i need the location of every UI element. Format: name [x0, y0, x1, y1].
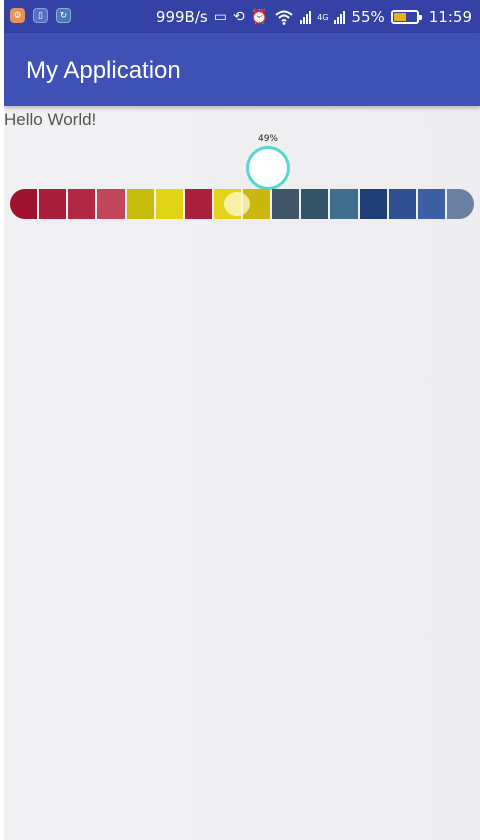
signal-icon-2 [334, 10, 346, 24]
status-bar: ⚙ ▯ ↻ 999B/s ▭ ⟲ ⏰ 4G 55% 11:59 [4, 0, 480, 33]
app-title: My Application [26, 57, 181, 84]
app-screen: ⚙ ▯ ↻ 999B/s ▭ ⟲ ⏰ 4G 55% 11:59 My Appli… [4, 0, 480, 840]
rotation-icon: ⟲ [232, 9, 245, 25]
screen-cast-icon: ▭ [213, 9, 227, 25]
color-seekbar[interactable] [10, 189, 474, 219]
notification-shield-icon: ▯ [33, 8, 48, 23]
color-segment [68, 189, 96, 219]
color-segment [301, 189, 329, 219]
color-segment [155, 189, 183, 219]
color-segment [10, 189, 38, 219]
battery-percent: 55% [351, 8, 385, 26]
color-segment [417, 189, 445, 219]
progress-indicator-bubble [246, 146, 290, 190]
color-segment [184, 189, 212, 219]
progress-label: 49% [257, 134, 278, 144]
wifi-icon [275, 10, 293, 25]
network-type-label: 4G [317, 12, 329, 22]
color-segment [359, 189, 387, 219]
color-segment [446, 189, 474, 219]
signal-icon [300, 10, 312, 24]
color-segment [272, 189, 300, 219]
color-segment [330, 189, 358, 219]
system-status: 999B/s ▭ ⟲ ⏰ 4G 55% 11:59 [156, 8, 472, 26]
alarm-icon: ⏰ [250, 9, 269, 25]
notification-refresh-icon: ↻ [56, 8, 71, 23]
net-speed: 999B/s [155, 8, 208, 26]
color-segment [97, 189, 125, 219]
color-segment [388, 189, 416, 219]
battery-level-fill [393, 13, 406, 21]
battery-icon [390, 10, 422, 24]
color-segment [126, 189, 154, 219]
color-segment [39, 189, 67, 219]
notification-icons: ⚙ ▯ ↻ [10, 8, 71, 23]
notification-app-icon: ⚙ [10, 8, 25, 23]
hello-text: Hello World! [4, 110, 97, 129]
clock: 11:59 [428, 8, 472, 26]
app-bar: My Application [4, 33, 480, 106]
